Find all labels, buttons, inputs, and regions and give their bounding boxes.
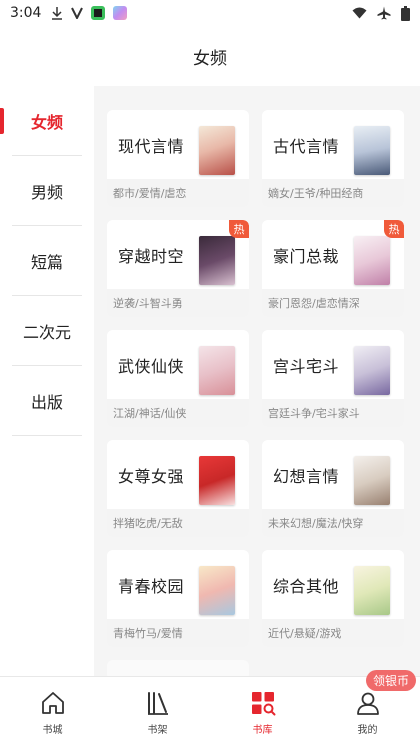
header: 女频 [0,26,420,86]
bottom-nav: 书城 书架 书库 我的 [0,676,420,747]
book-cover [354,456,390,505]
category-sidebar: 女频 男频 短篇 二次元 出版 [0,86,94,676]
card-tags: 嫡女/王爷/种田经商 [262,179,404,207]
status-time: 3:04 [10,5,42,21]
v-icon [71,7,84,19]
category-grid: 现代言情 都市/爱情/虐恋 古代言情 嫡女/王爷/种田经商 穿越时空 逆袭/斗智… [107,110,406,676]
card-tags: 拌猪吃虎/无敌 [107,509,249,537]
sidebar-item-published[interactable]: 出版 [0,366,94,436]
sidebar-item-short[interactable]: 短篇 [0,226,94,296]
card-title: 综合其他 [273,576,340,596]
nav-library[interactable]: 书库 [210,677,315,747]
library-icon [249,689,277,717]
category-card-partial[interactable] [107,660,249,676]
card-title: 豪门总裁 [273,246,340,266]
category-card-others[interactable]: 综合其他 近代/悬疑/游戏 [262,550,404,647]
sidebar-item-male[interactable]: 男频 [0,156,94,226]
bookshelf-icon [144,689,172,717]
card-tags: 江湖/神话/仙侠 [107,399,249,427]
card-tags: 未来幻想/魔法/快穿 [262,509,404,537]
sidebar-item-label: 短篇 [30,253,63,272]
sidebar-item-female[interactable]: 女频 [0,86,94,156]
sidebar-item-label: 出版 [30,393,63,412]
category-card-ancient-romance[interactable]: 古代言情 嫡女/王爷/种田经商 [262,110,404,207]
card-title: 幻想言情 [273,466,340,486]
category-card-strong-female[interactable]: 女尊女强 拌猪吃虎/无敌 [107,440,249,537]
card-title: 宫斗宅斗 [273,356,340,376]
book-cover [354,236,390,285]
divider [12,435,82,436]
category-card-modern-romance[interactable]: 现代言情 都市/爱情/虐恋 [107,110,249,207]
category-card-palace-intrigue[interactable]: 宫斗宅斗 宫廷斗争/宅斗家斗 [262,330,404,427]
category-card-fantasy-romance[interactable]: 幻想言情 未来幻想/魔法/快穿 [262,440,404,537]
card-tags: 宫廷斗争/宅斗家斗 [262,399,404,427]
sidebar-item-label: 二次元 [22,323,71,342]
category-card-campus[interactable]: 青春校园 青梅竹马/爱情 [107,550,249,647]
active-indicator [0,108,4,134]
sidebar-item-label: 女频 [30,113,63,132]
category-content: 现代言情 都市/爱情/虐恋 古代言情 嫡女/王爷/种田经商 穿越时空 逆袭/斗智… [94,86,420,676]
card-tags: 近代/悬疑/游戏 [262,619,404,647]
nav-label: 我的 [357,724,378,736]
book-cover [199,236,235,285]
airplane-icon [377,6,391,20]
card-tags: 豪门恩怨/虐恋情深 [262,289,404,317]
hot-badge: 热 [384,220,404,238]
book-cover [199,456,235,505]
hot-badge: 热 [229,220,249,238]
nav-label: 书库 [252,724,273,736]
card-title: 古代言情 [273,136,340,156]
page-title: 女频 [193,48,227,69]
category-card-time-travel[interactable]: 穿越时空 逆袭/斗智斗勇 热 [107,220,249,317]
card-title: 青春校园 [118,576,185,596]
wifi-icon [352,7,367,19]
profile-icon [354,689,382,717]
book-cover [354,346,390,395]
category-card-ceo-romance[interactable]: 豪门总裁 豪门恩怨/虐恋情深 热 [262,220,404,317]
book-cover [199,126,235,175]
card-tags: 都市/爱情/虐恋 [107,179,249,207]
card-title: 武侠仙侠 [118,356,185,376]
nav-label: 书城 [42,724,63,736]
home-icon [39,689,67,717]
category-card-wuxia-xianxia[interactable]: 武侠仙侠 江湖/神话/仙侠 [107,330,249,427]
sidebar-item-label: 男频 [30,183,63,202]
battery-icon [401,5,410,21]
nav-bookstore[interactable]: 书城 [0,677,105,747]
sidebar-item-anime[interactable]: 二次元 [0,296,94,366]
nav-label: 书架 [147,724,168,736]
card-title: 女尊女强 [118,466,185,486]
card-tags: 逆袭/斗智斗勇 [107,289,249,317]
claim-coins-button[interactable]: 领银币 [365,670,416,691]
app-icon-green [91,6,106,20]
status-bar: 3:04 [0,0,420,26]
book-cover [199,346,235,395]
download-icon [52,7,63,20]
nav-bookshelf[interactable]: 书架 [105,677,210,747]
card-tags: 青梅竹马/爱情 [107,619,249,647]
card-title: 穿越时空 [118,246,185,266]
card-title: 现代言情 [118,136,185,156]
book-cover [354,126,390,175]
app-icon-colorful [113,6,128,20]
book-cover [354,566,390,615]
book-cover [199,566,235,615]
